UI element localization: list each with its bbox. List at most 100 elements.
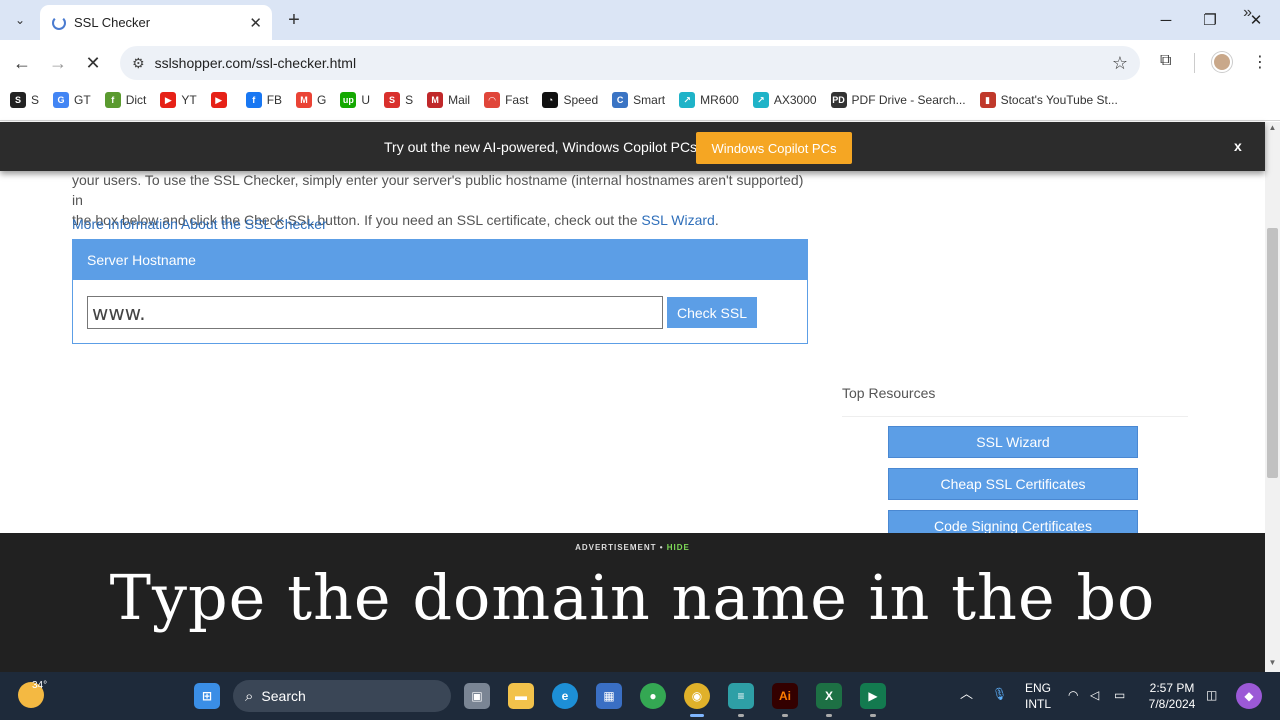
store-icon[interactable]: ▦ <box>596 683 622 709</box>
check-ssl-button[interactable]: Check SSL <box>667 297 757 328</box>
tab-strip: ⌄ SSL Checker ✕ + ─ ❐ ✕ <box>0 0 1280 40</box>
more-info-link[interactable]: More Information About the SSL Checker <box>72 216 327 232</box>
chrome-divider <box>0 120 1280 121</box>
bookmark-star-icon[interactable]: ☆ <box>1112 53 1128 74</box>
bookmark-favicon-icon: up <box>340 92 357 108</box>
notifications-icon[interactable]: ◫ <box>1206 687 1217 703</box>
notepad-icon[interactable]: ≡ <box>728 683 754 709</box>
loading-spinner-icon <box>52 15 66 30</box>
forward-arrow-icon[interactable]: → <box>45 50 71 76</box>
bookmark-item[interactable]: ◠ Fast <box>484 92 528 108</box>
windows-taskbar: 34° ⊞ ⌕ Search ▣ ▬ e ▦ ● ◉ ≡ Ai X ▶ ︿ 🎙 … <box>0 672 1280 720</box>
ssl-checker-panel: Server Hostname Check SSL <box>72 239 808 344</box>
copilot-icon[interactable]: ◆ <box>1236 683 1262 709</box>
bookmark-favicon-icon: ▶ <box>160 92 177 108</box>
bookmark-item[interactable]: f FB <box>245 92 282 108</box>
taskbar-search[interactable]: ⌕ Search <box>233 680 451 712</box>
illustrator-icon[interactable]: Ai <box>772 683 798 709</box>
excel-icon[interactable]: X <box>816 683 842 709</box>
bookmark-favicon-icon: ◔ <box>542 92 559 108</box>
battery-icon[interactable]: ▭ <box>1114 687 1125 703</box>
bookmark-label: MR600 <box>700 93 739 107</box>
bookmark-item[interactable]: up U <box>340 92 370 108</box>
bookmark-item[interactable]: f Dict <box>104 92 146 108</box>
menu-dots-icon[interactable]: ⋮ <box>1252 52 1268 72</box>
cheap-ssl-certificates-button[interactable]: Cheap SSL Certificates <box>888 468 1138 500</box>
notepad-running-indicator <box>738 714 744 717</box>
windows-copilot-button[interactable]: Windows Copilot PCs <box>696 132 852 164</box>
address-bar[interactable]: ⚙ sslshopper.com/ssl-checker.html ☆ <box>120 46 1140 80</box>
resources-divider <box>842 416 1188 417</box>
copilot-promo-banner: Try out the new AI-powered, Windows Copi… <box>0 122 1265 171</box>
caption-overlay: ADVERTISEMENT • HIDE Type the domain nam… <box>0 533 1265 672</box>
promo-close-button[interactable]: x <box>1234 138 1242 154</box>
bookmark-item[interactable]: C Smart <box>612 92 665 108</box>
tab-search-chevron-icon[interactable]: ⌄ <box>8 8 32 32</box>
language-indicator[interactable]: ENG INTL <box>1022 680 1054 712</box>
ssl-wizard-button[interactable]: SSL Wizard <box>888 426 1138 458</box>
bookmark-item[interactable]: ↗ MR600 <box>679 92 739 108</box>
top-resources-heading: Top Resources <box>842 385 936 401</box>
task-view-icon[interactable]: ▣ <box>464 683 490 709</box>
bookmark-label: YT <box>181 93 197 107</box>
chrome-running-indicator <box>690 714 704 717</box>
extensions-icon[interactable]: ⧉ <box>1160 52 1171 70</box>
bookmark-item[interactable]: ▶ YT <box>160 92 197 108</box>
file-explorer-icon[interactable]: ▬ <box>508 683 534 709</box>
promo-text: Try out the new AI-powered, Windows Copi… <box>384 139 698 155</box>
bookmark-item[interactable]: PD PDF Drive - Search... <box>830 92 966 108</box>
bookmark-item[interactable]: M Mail <box>427 92 470 108</box>
bookmark-favicon-icon: ◠ <box>484 92 501 108</box>
bookmark-label: U <box>361 93 371 107</box>
back-arrow-icon[interactable]: ← <box>9 50 35 76</box>
edge-browser-icon[interactable]: e <box>552 683 578 709</box>
volume-icon[interactable]: ◁ <box>1090 687 1099 703</box>
bookmark-favicon-icon: S <box>384 92 401 108</box>
ssl-wizard-link[interactable]: SSL Wizard <box>641 212 714 228</box>
clock[interactable]: 2:57 PM 7/8/2024 <box>1140 680 1204 712</box>
tab-ssl-checker[interactable]: SSL Checker ✕ <box>40 5 272 40</box>
scrollbar-thumb[interactable] <box>1267 228 1278 478</box>
bookmark-favicon-icon: G <box>53 92 70 108</box>
bookmark-item[interactable]: MG <box>296 92 326 108</box>
bookmark-item[interactable]: G GT <box>53 92 91 108</box>
bookmark-favicon-icon: ▶ <box>210 92 227 108</box>
profile-avatar[interactable] <box>1212 52 1232 72</box>
wifi-icon[interactable]: ◠ <box>1068 687 1078 703</box>
bookmark-item[interactable]: ◔ Speed <box>542 92 598 108</box>
stop-loading-icon[interactable]: ✕ <box>80 50 106 76</box>
tab-close-icon[interactable]: ✕ <box>249 14 262 32</box>
site-info-icon[interactable]: ⚙ <box>132 55 145 72</box>
url-text[interactable]: sslshopper.com/ssl-checker.html <box>155 55 1112 71</box>
hostname-input[interactable] <box>87 296 663 329</box>
bookmark-item[interactable]: ▶ <box>210 92 232 108</box>
microphone-icon[interactable]: 🎙 <box>992 686 1007 702</box>
bookmark-label: GT <box>74 93 91 107</box>
bookmark-item[interactable]: ▮ Stocat's YouTube St... <box>979 92 1118 108</box>
scroll-up-icon[interactable]: ▲ <box>1266 123 1279 135</box>
sheets-icon[interactable]: ▶ <box>860 683 886 709</box>
bookmark-label: S <box>405 93 414 107</box>
bookmark-item[interactable]: ↗ AX3000 <box>752 92 817 108</box>
tab-title: SSL Checker <box>74 15 151 30</box>
bookmark-favicon-icon: f <box>245 92 262 108</box>
chrome-icon[interactable]: ◉ <box>684 683 710 709</box>
toolbar-separator <box>1194 53 1195 73</box>
advertisement-label: ADVERTISEMENT • HIDE <box>575 543 690 552</box>
server-hostname-heading: Server Hostname <box>73 240 807 280</box>
window-close-icon[interactable]: ✕ <box>1236 6 1276 34</box>
hide-ad-link[interactable]: HIDE <box>667 543 690 552</box>
start-windows-icon[interactable]: ⊞ <box>194 683 220 709</box>
maps-icon[interactable]: ● <box>640 683 666 709</box>
new-tab-button[interactable]: + <box>282 8 306 32</box>
bookmark-favicon-icon: C <box>612 92 629 108</box>
tray-overflow-icon[interactable]: ︿ <box>960 686 973 702</box>
restore-icon[interactable]: ❐ <box>1190 6 1230 34</box>
bookmarks-overflow-icon[interactable]: » <box>1243 4 1252 22</box>
bookmark-favicon-icon: f <box>104 92 121 108</box>
scroll-down-icon[interactable]: ▼ <box>1266 658 1279 670</box>
bookmarks-bar: S S G GT f Dict ▶ YT ▶ f FB M Gup U S S M Mail ◠ Fast ◔ Speed… <box>0 86 1280 114</box>
minimize-icon[interactable]: ─ <box>1146 6 1186 34</box>
bookmark-item[interactable]: SS <box>384 92 413 108</box>
bookmark-item[interactable]: SS <box>10 92 39 108</box>
